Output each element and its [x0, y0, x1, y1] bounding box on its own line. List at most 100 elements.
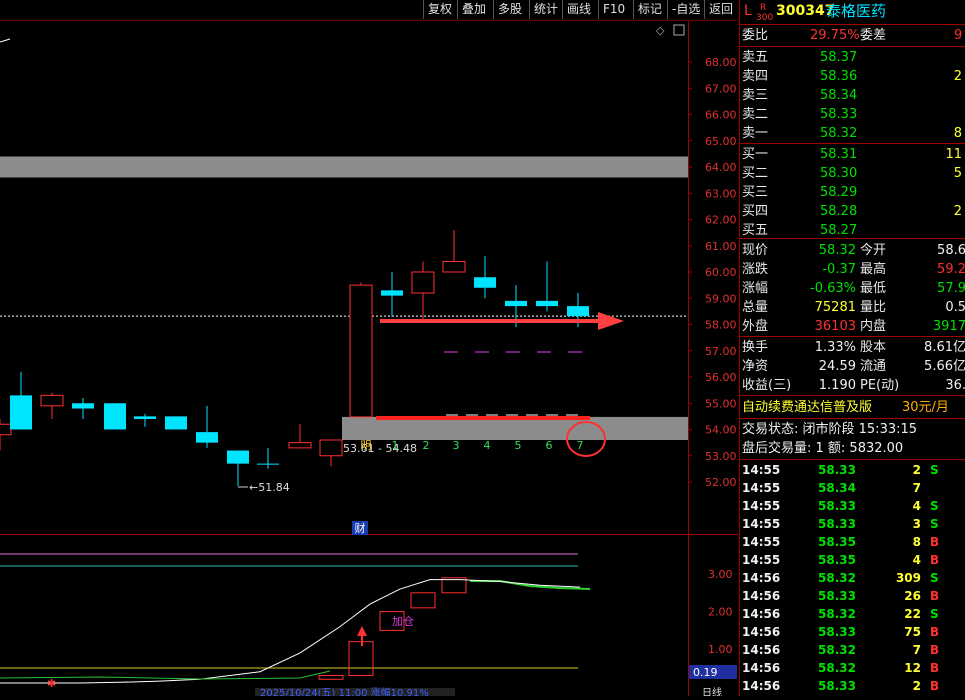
candle-body-down [474, 277, 496, 288]
kline-chart[interactable]: 68.00 67.00 66.00 65.00 64.00 63.00 62.00 61.00… [0, 21, 738, 699]
buy-volume: 2 [953, 204, 962, 219]
quote-panel: L R 300 300347 泰格医药 委比 29.75% 委差 9 卖五 58.… [739, 0, 965, 696]
toolbar-button-3[interactable]: 统计 [529, 0, 562, 19]
toolbar-button-0[interactable]: 复权 [423, 0, 456, 19]
stat-row: 外盘 36103 内盘 3917 [740, 317, 965, 336]
stat-label: 总量 [742, 300, 769, 315]
stat-row: 涨幅 -0.63% 最低 57.9 [740, 279, 965, 298]
tick-price: 58.33 [818, 517, 856, 531]
price-axis-label: 67.00 [705, 82, 737, 95]
tick-time: 14:55 [742, 463, 781, 477]
buy-row: 买一 58.31 11 [740, 145, 965, 164]
stat-label: 涨幅 [742, 281, 769, 296]
day-label: 3 [453, 439, 460, 452]
candle-body-down [536, 300, 558, 307]
day-label: 7 [577, 439, 584, 452]
sell-price: 58.33 [820, 107, 858, 122]
candle-body-up [349, 284, 373, 418]
weicha-label: 委差 [860, 28, 887, 43]
tick-side: B [930, 643, 940, 657]
sell-label: 卖五 [742, 50, 769, 65]
price-axis-label: 55.00 [705, 397, 737, 410]
tick-side: B [930, 679, 940, 693]
day-label: 6 [546, 439, 553, 452]
price-axis-label: 66.00 [705, 109, 737, 122]
tick-row: 14:56 58.32 7 B [740, 641, 965, 659]
low-label: ←51.84 [249, 481, 290, 494]
tick-row: 14:55 58.33 4 S [740, 497, 965, 515]
tick-volume: 2 [912, 463, 921, 477]
stock-name[interactable]: 泰格医药 [826, 2, 886, 21]
sell-label: 卖三 [742, 88, 769, 103]
sell-volume: 8 [953, 126, 962, 141]
range-label: 53.61 - 54.48 [343, 442, 417, 455]
candle-body-down [196, 432, 218, 443]
price-axis-label: 61.00 [705, 240, 737, 253]
price-axis-label: 54.00 [705, 424, 737, 437]
promo-price[interactable]: 30元/月 [902, 398, 949, 417]
toolbar-button-5[interactable]: F10 [598, 0, 629, 19]
tick-row: 14:56 58.32 22 S [740, 605, 965, 623]
after-hours: 盘后交易量: 1 额: 5832.00 [742, 441, 904, 456]
support-band [0, 156, 688, 178]
tick-price: 58.33 [818, 499, 856, 513]
stat-label-2: 今开 [860, 243, 887, 258]
candle-body-down [257, 463, 279, 465]
tick-side: S [930, 499, 939, 513]
day-label: 5 [515, 439, 522, 452]
stat-label: 现价 [742, 243, 769, 258]
toolbar-button-8[interactable]: 返回 [704, 0, 737, 19]
sell-row: 卖五 58.37 [740, 48, 965, 67]
candle-body-down [505, 300, 527, 307]
tick-side: S [930, 517, 939, 531]
kline-svg[interactable]: 68.0067.0066.0065.0064.0063.0062.0061.00… [0, 21, 738, 699]
trend-arrow-head [598, 312, 624, 330]
promo-row[interactable]: 自动续费通达信普及版 30元/月 [740, 398, 965, 417]
buy-label: 买二 [742, 166, 769, 181]
toolbar-button-2[interactable]: 多股 [493, 0, 526, 19]
sell-label: 卖四 [742, 69, 769, 84]
promo-text[interactable]: 自动续费通达信普及版 [742, 398, 872, 417]
candle-body-up [0, 423, 12, 436]
stat-row: 涨跌 -0.37 最高 59.2 [740, 260, 965, 279]
stat2-label: 净资 [742, 359, 769, 374]
bottom-date: 2025/10/24(五) 11:00 涨幅10.91% [260, 686, 429, 696]
stat2-value-2: 5.66亿 [924, 359, 965, 374]
tick-price: 58.35 [818, 535, 856, 549]
price-axis-label: 64.00 [705, 161, 737, 174]
toolbar-button-4[interactable]: 画线 [562, 0, 595, 19]
tick-time: 14:55 [742, 553, 781, 567]
day-label: 1 [392, 439, 399, 452]
toolbar-button-7[interactable]: -自选 [667, 0, 704, 19]
sell-row: 卖一 58.32 8 [740, 124, 965, 143]
stat-value: -0.37 [822, 262, 856, 277]
candle-body-up [319, 439, 343, 457]
top-left-trace [0, 38, 11, 43]
tick-volume: 7 [912, 643, 921, 657]
ind-box [410, 592, 436, 609]
day-label: 4 [484, 439, 491, 452]
ind-green-tail [470, 580, 591, 590]
price-axis-label: 57.00 [705, 345, 737, 358]
stat-value: 36103 [814, 319, 856, 334]
tick-time: 14:56 [742, 607, 781, 621]
tick-price: 58.32 [818, 571, 856, 585]
price-axis-label: 60.00 [705, 266, 737, 279]
diamond-icon: ◇ [656, 24, 665, 37]
ind-current-value: 0.19 [693, 666, 718, 679]
buy-row: 买二 58.30 5 [740, 164, 965, 183]
stat2-row: 换手 1.33% 股本 8.61亿 [740, 338, 965, 357]
tick-time: 14:55 [742, 535, 781, 549]
toolbar-button-1[interactable]: 叠加 [457, 0, 490, 19]
candle-body-down [165, 416, 187, 430]
weibi-label: 委比 [742, 28, 769, 43]
tick-price: 58.32 [818, 643, 856, 657]
toolbar-button-6[interactable]: 标记 [633, 0, 666, 19]
trade-state: 交易状态: 闭市阶段 15:33:15 [742, 422, 918, 437]
price-axis-label: 59.00 [705, 292, 737, 305]
sell-price: 58.36 [820, 69, 858, 84]
tick-time: 14:56 [742, 679, 781, 693]
stat-value-2: 57.9 [937, 281, 965, 296]
candle-body-down [134, 416, 156, 419]
tick-side: S [930, 607, 939, 621]
